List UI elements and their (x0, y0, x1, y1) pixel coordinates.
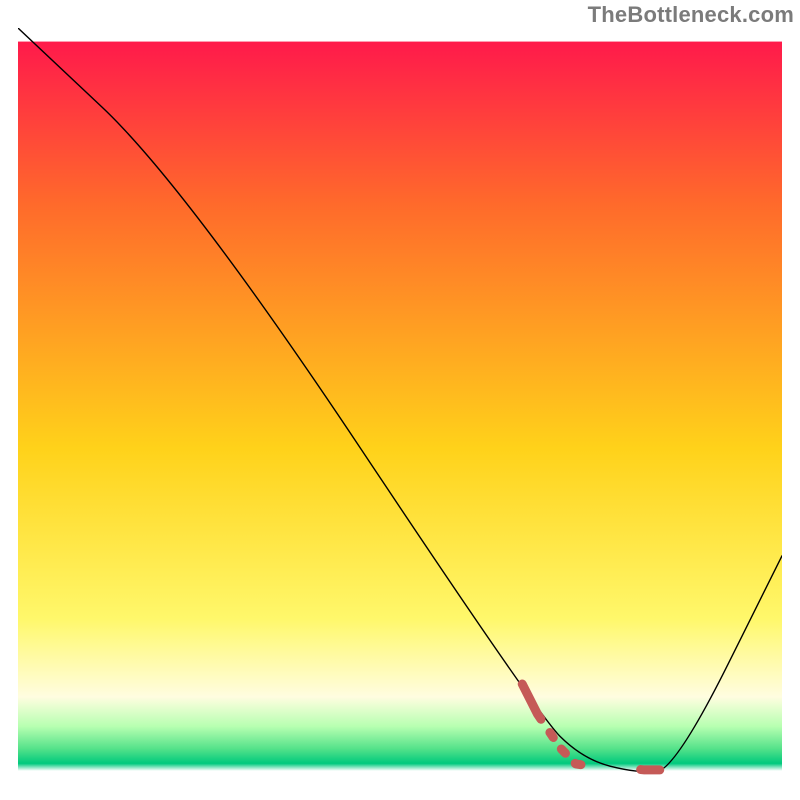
chart-container: TheBottleneck.com (0, 0, 800, 800)
gradient-background (18, 42, 782, 782)
chart-svg (18, 28, 782, 782)
plot-area (18, 28, 782, 782)
watermark-label: TheBottleneck.com (588, 2, 794, 28)
